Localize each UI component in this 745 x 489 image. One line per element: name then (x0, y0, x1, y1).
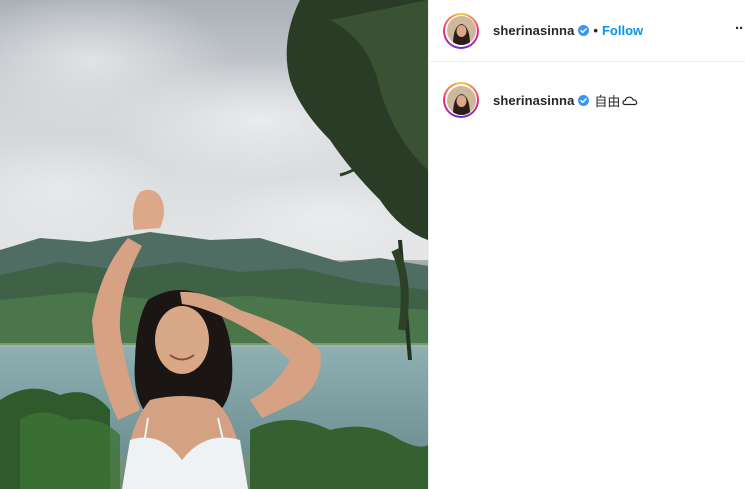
post-side-panel: sherinasinna • Follow ·· sherinasinna 自由 (428, 0, 745, 489)
follow-button[interactable]: Follow (602, 23, 643, 38)
caption-avatar[interactable] (443, 82, 479, 118)
caption-avatar-image (446, 85, 476, 115)
separator-dot: • (593, 23, 598, 38)
verified-badge-icon (578, 94, 590, 106)
caption-username[interactable]: sherinasinna (493, 93, 574, 108)
avatar-image (446, 16, 476, 45)
caption: sherinasinna 自由 (429, 82, 745, 118)
author-username[interactable]: sherinasinna (493, 23, 574, 38)
post-header: sherinasinna • Follow ·· (429, 0, 745, 62)
instagram-post: sherinasinna • Follow ·· sherinasinna 自由 (0, 0, 745, 489)
cloud-icon (622, 96, 638, 106)
photo-illustration (0, 0, 428, 489)
post-photo[interactable] (0, 0, 428, 489)
avatar[interactable] (443, 12, 479, 49)
more-options-icon[interactable]: ·· (735, 20, 744, 37)
verified-badge-icon (578, 25, 590, 36)
caption-text: 自由 (594, 93, 621, 109)
